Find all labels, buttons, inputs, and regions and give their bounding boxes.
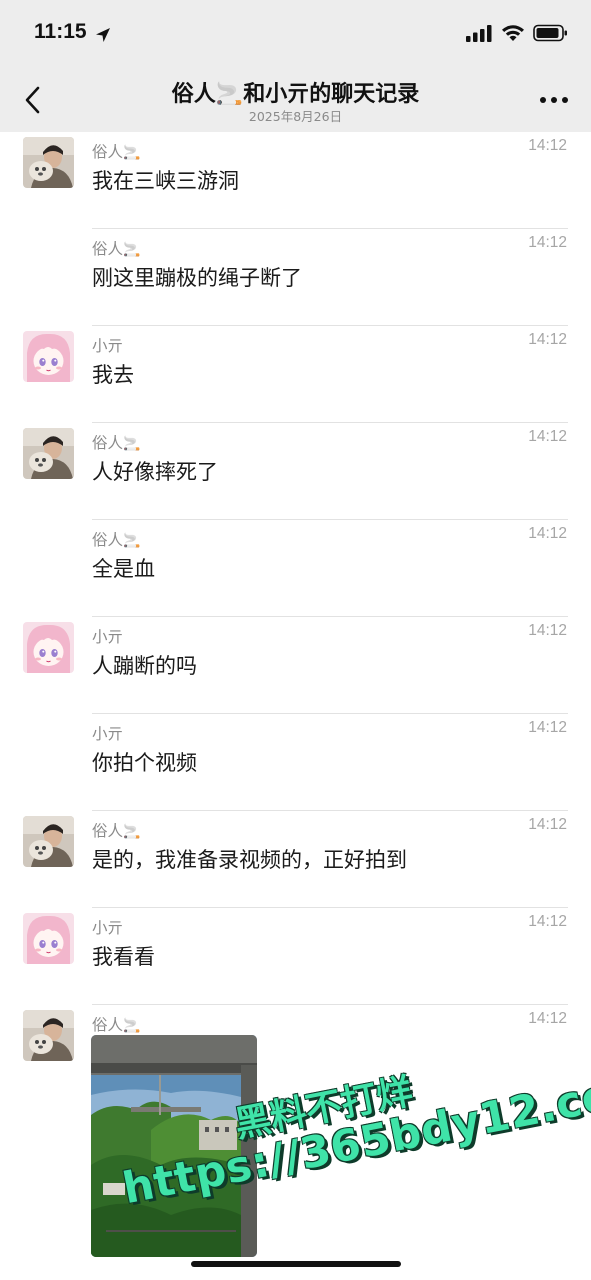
message-text: 是的，我准备录视频的，正好拍到 bbox=[92, 848, 407, 872]
cigarette-icon: 🚬 bbox=[123, 824, 141, 840]
sender-name-text: 俗人 bbox=[92, 143, 124, 161]
male-avatar-image bbox=[23, 816, 74, 867]
wifi-icon bbox=[502, 25, 524, 41]
cigarette-icon: 🚬 bbox=[123, 1018, 141, 1034]
home-indicator[interactable] bbox=[191, 1261, 401, 1267]
message-text: 刚这里蹦极的绳子断了 bbox=[92, 266, 302, 290]
message-item[interactable]: 小亓 14:12 你拍个视频 bbox=[0, 714, 591, 811]
avatar[interactable] bbox=[23, 331, 74, 382]
avatar[interactable] bbox=[23, 428, 74, 479]
message-time: 14:12 bbox=[528, 622, 567, 639]
sender-name-text: 小亓 bbox=[92, 919, 124, 937]
signal-icon bbox=[466, 25, 492, 42]
sender-name: 小亓 bbox=[92, 625, 123, 647]
message-text: 我去 bbox=[92, 363, 134, 387]
avatar[interactable] bbox=[23, 622, 74, 673]
avatar[interactable] bbox=[23, 137, 74, 188]
anime-avatar-image bbox=[23, 331, 74, 382]
sender-name: 小亓 bbox=[92, 722, 123, 744]
avatar[interactable] bbox=[23, 913, 74, 964]
chat-record-header: 俗人🚬和小亓的聊天记录 2025年8月26日 bbox=[0, 68, 591, 132]
message-text: 你拍个视频 bbox=[92, 751, 197, 775]
message-text: 人好像摔死了 bbox=[92, 460, 218, 484]
message-item[interactable]: 俗人🚬 14:12 刚这里蹦极的绳子断了 bbox=[0, 229, 591, 326]
page-title: 俗人🚬和小亓的聊天记录 bbox=[171, 82, 420, 107]
cigarette-icon: 🚬 bbox=[123, 242, 141, 258]
avatar[interactable] bbox=[23, 816, 74, 867]
more-dots-icon bbox=[540, 97, 568, 103]
message-time: 14:12 bbox=[528, 719, 567, 736]
message-time: 14:12 bbox=[528, 428, 567, 445]
sender-name-text: 俗人 bbox=[92, 434, 124, 452]
cigarette-icon: 🚬 bbox=[123, 533, 141, 549]
cigarette-icon: 🚬 bbox=[123, 436, 141, 452]
message-item[interactable]: 小亓 14:12 我去 bbox=[0, 326, 591, 423]
male-avatar-image bbox=[23, 428, 74, 479]
more-button[interactable] bbox=[537, 88, 571, 112]
sender-name: 俗人🚬 bbox=[92, 819, 140, 841]
message-item[interactable]: 小亓 14:12 人蹦断的吗 bbox=[0, 617, 591, 714]
message-time: 14:12 bbox=[528, 913, 567, 930]
male-avatar-image bbox=[23, 1010, 74, 1061]
message-time: 14:12 bbox=[528, 1010, 567, 1027]
sender-name: 俗人🚬 bbox=[92, 1013, 140, 1035]
message-text: 我看看 bbox=[92, 945, 155, 969]
sender-name: 小亓 bbox=[92, 334, 123, 356]
anime-avatar-image bbox=[23, 913, 74, 964]
male-avatar-image bbox=[23, 137, 74, 188]
sender-name-text: 俗人 bbox=[92, 1016, 124, 1034]
record-date: 2025年8月26日 bbox=[248, 109, 343, 124]
message-text: 我在三峡三游洞 bbox=[92, 169, 239, 193]
sender-name-text: 小亓 bbox=[92, 337, 124, 355]
message-item[interactable]: 俗人🚬 14:12 全是血 bbox=[0, 520, 591, 617]
sender-name-text: 小亓 bbox=[92, 725, 124, 743]
status-bar: 11:15 bbox=[0, 0, 591, 68]
message-time: 14:12 bbox=[528, 137, 567, 154]
sender-name: 俗人🚬 bbox=[92, 140, 140, 162]
sender-name: 俗人🚬 bbox=[92, 431, 140, 453]
sender-name: 俗人🚬 bbox=[92, 528, 140, 550]
sender-name: 俗人🚬 bbox=[92, 237, 140, 259]
sender-name-text: 小亓 bbox=[92, 628, 124, 646]
sender-name-text: 俗人 bbox=[92, 531, 124, 549]
message-item[interactable]: 俗人🚬 14:12 是的，我准备录视频的，正好拍到 bbox=[0, 811, 591, 908]
location-arrow-icon bbox=[96, 28, 110, 42]
message-time: 14:12 bbox=[528, 525, 567, 542]
battery-icon bbox=[533, 24, 567, 42]
status-icons bbox=[465, 24, 569, 42]
message-text: 全是血 bbox=[92, 557, 155, 581]
message-item[interactable]: 小亓 14:12 我看看 bbox=[0, 908, 591, 1005]
message-time: 14:12 bbox=[528, 816, 567, 833]
anime-avatar-image bbox=[23, 622, 74, 673]
sender-name-text: 俗人 bbox=[92, 822, 124, 840]
avatar[interactable] bbox=[23, 1010, 74, 1061]
sender-name: 小亓 bbox=[92, 916, 123, 938]
message-text: 人蹦断的吗 bbox=[92, 654, 197, 678]
message-time: 14:12 bbox=[528, 331, 567, 348]
message-item[interactable]: 俗人🚬 14:12 我在三峡三游洞 bbox=[0, 132, 591, 229]
sender-name-text: 俗人 bbox=[92, 240, 124, 258]
message-time: 14:12 bbox=[528, 234, 567, 251]
message-item[interactable]: 俗人🚬 14:12 人好像摔死了 bbox=[0, 423, 591, 520]
cigarette-icon: 🚬 bbox=[123, 145, 141, 161]
status-time: 11:15 bbox=[34, 20, 87, 43]
